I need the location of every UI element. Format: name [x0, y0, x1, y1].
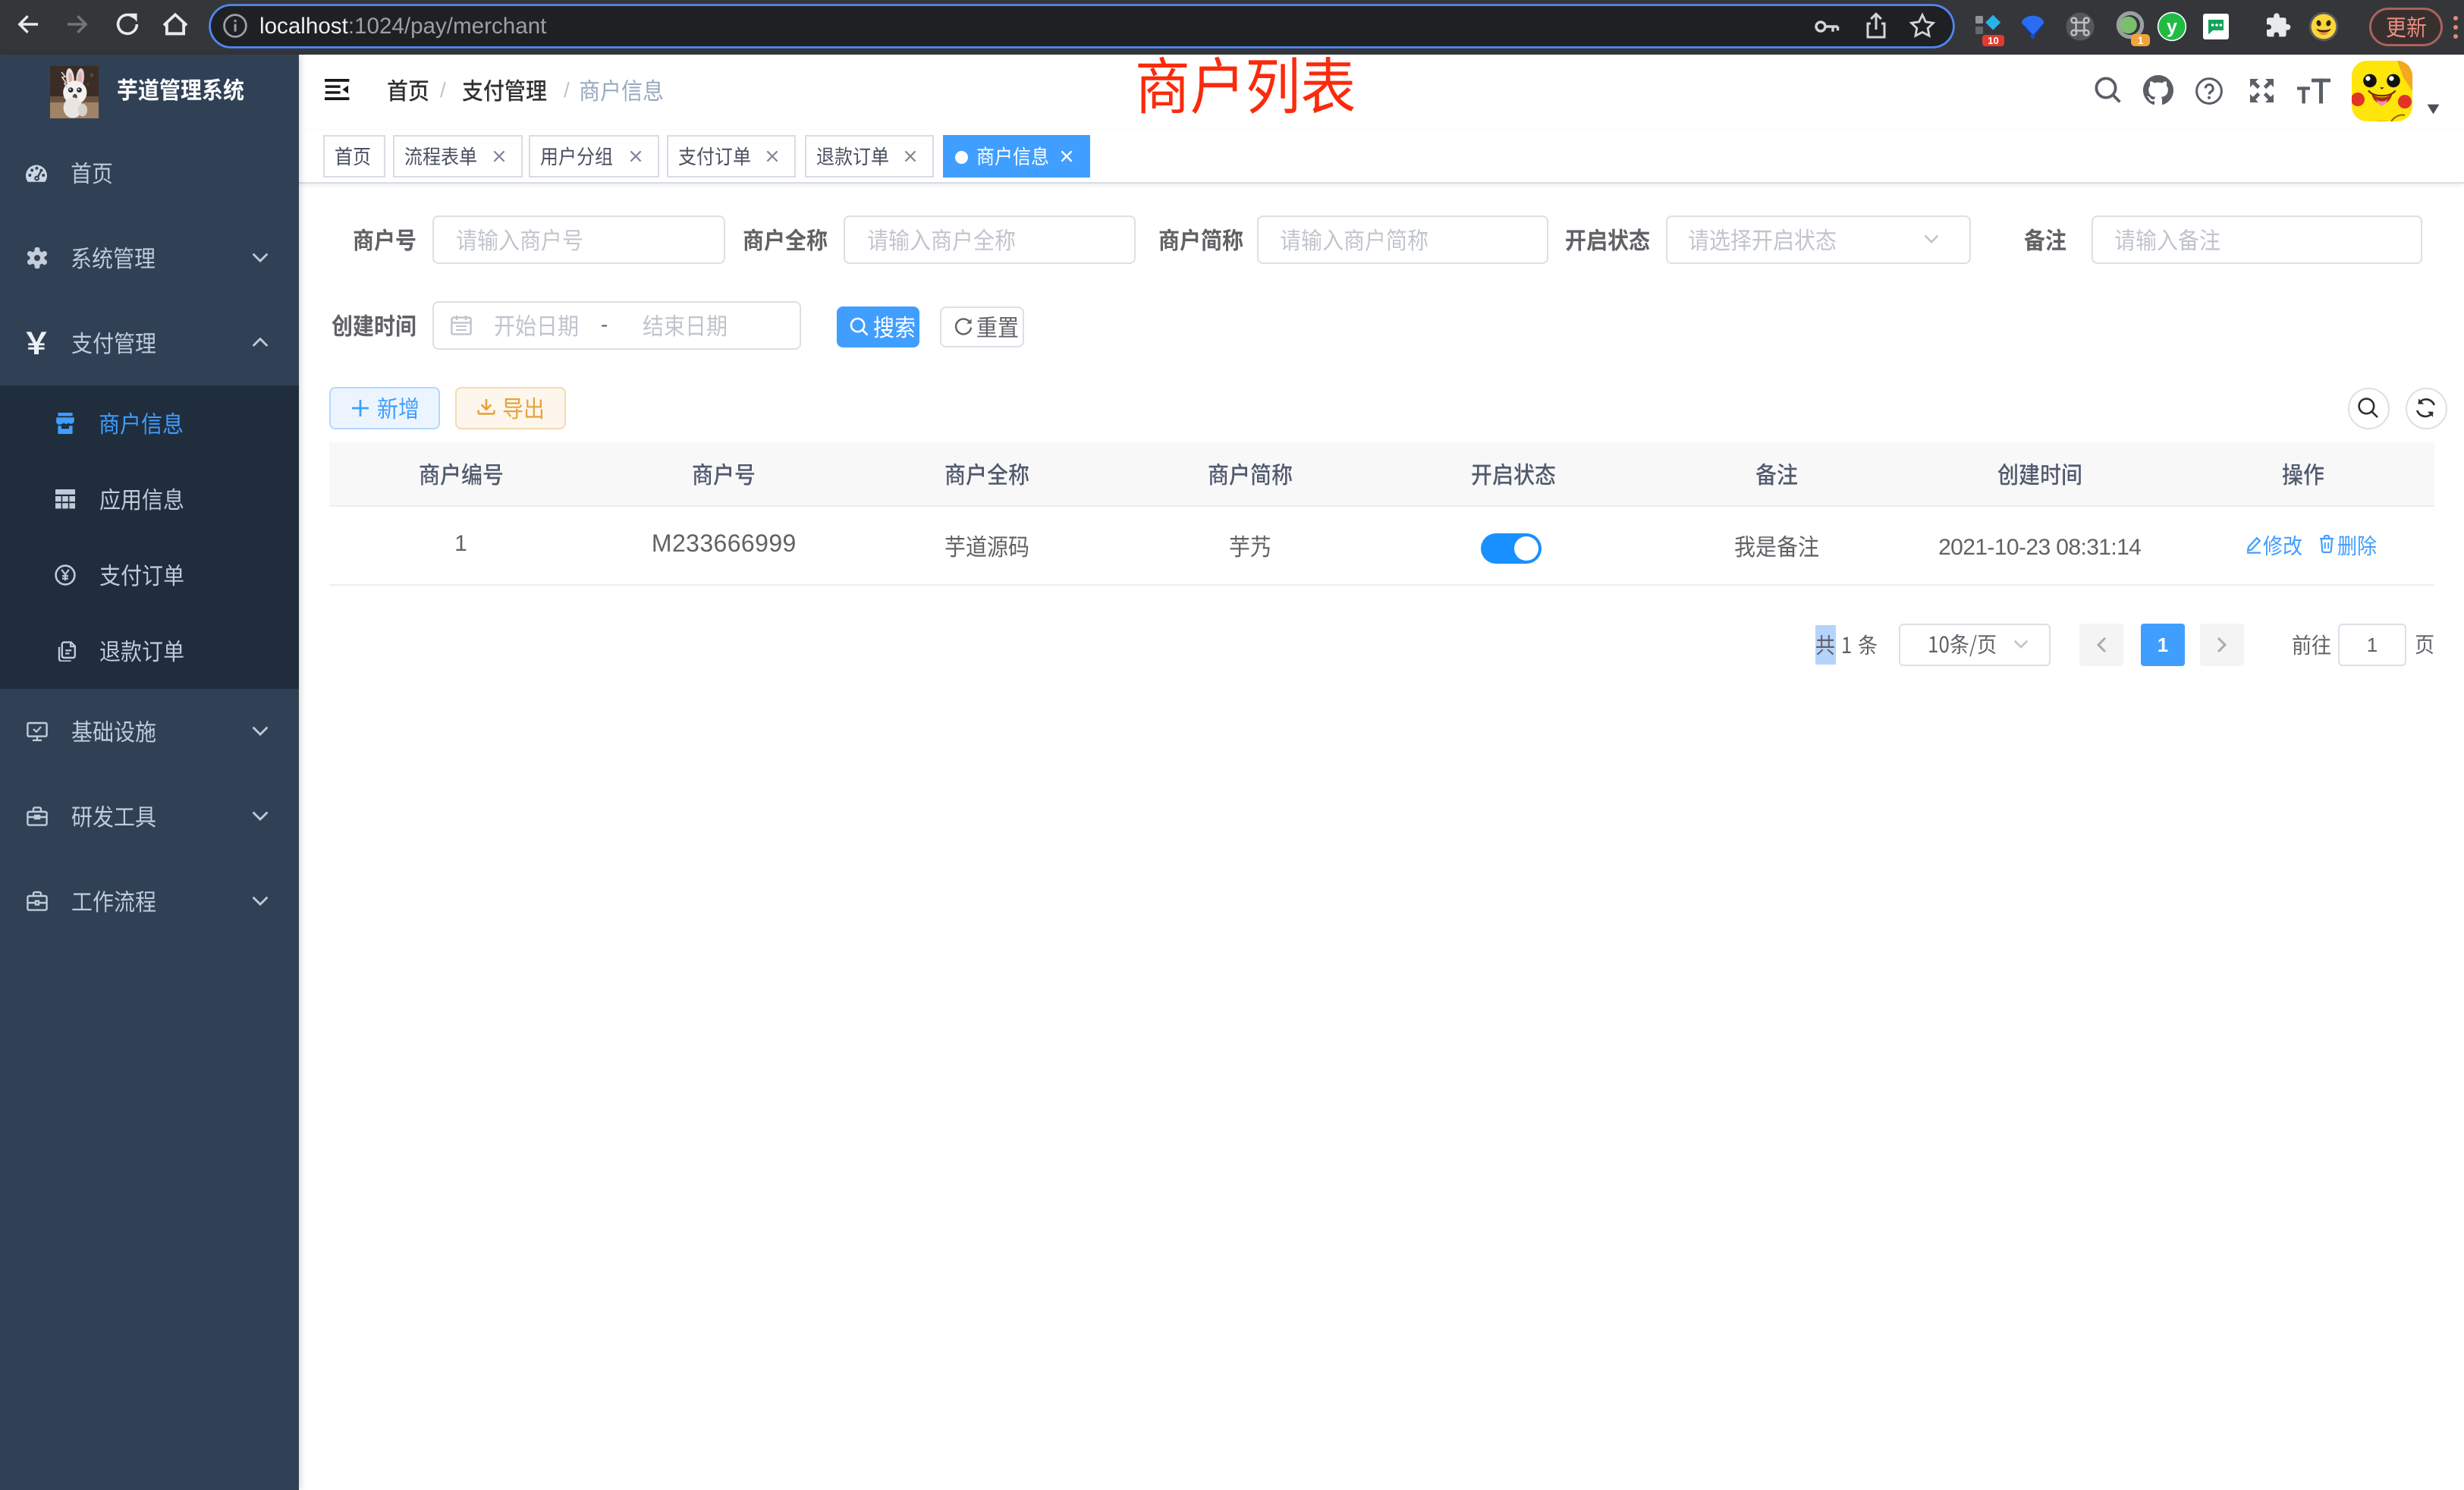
- svg-text:y: y: [2167, 16, 2177, 37]
